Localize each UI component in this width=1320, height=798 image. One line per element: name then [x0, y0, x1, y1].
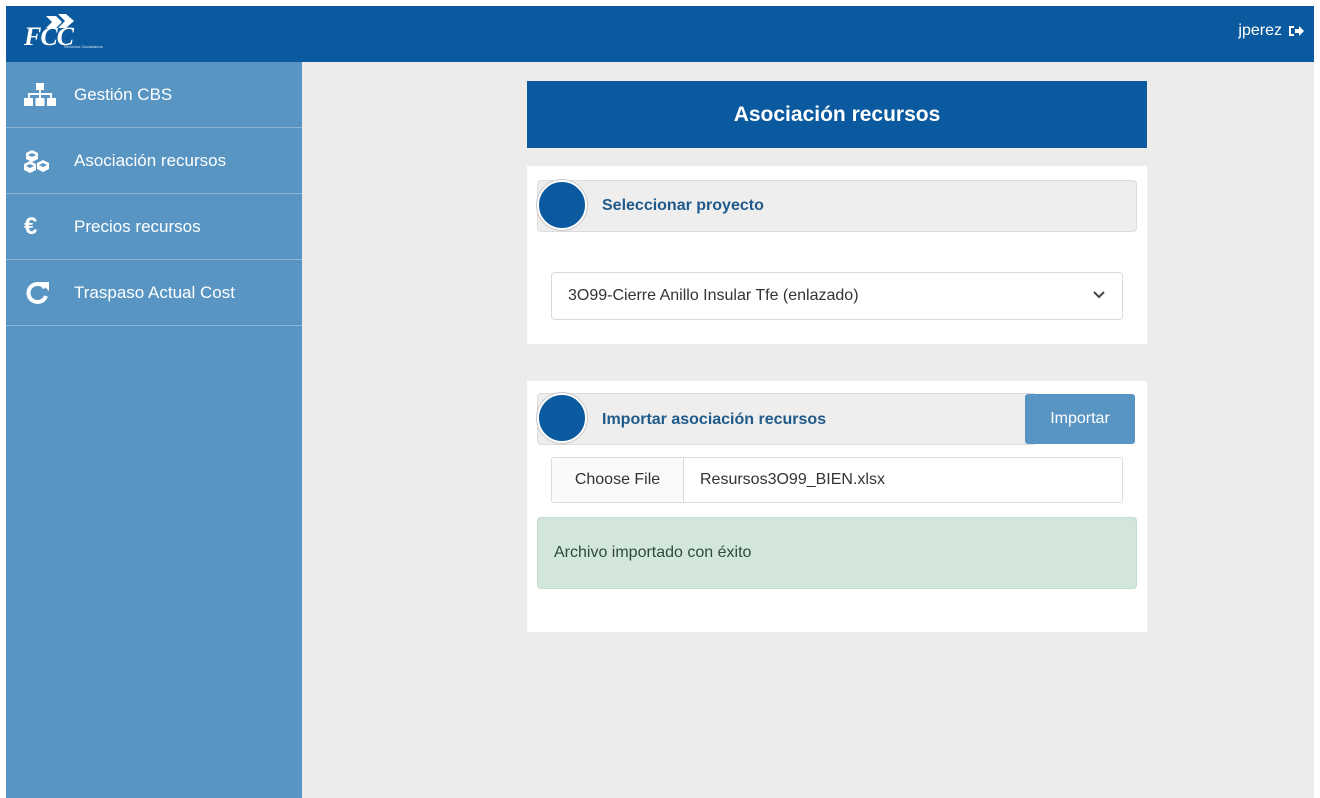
step-circle-icon [537, 180, 587, 230]
chevron-down-icon [1093, 291, 1105, 299]
sidebar-item-gestion-cbs[interactable]: Gestión CBS [6, 62, 302, 128]
success-message: Archivo importado con éxito [554, 544, 752, 561]
file-input[interactable]: Choose File Resursos3O99_BIEN.xlsx [551, 457, 1123, 503]
refresh-icon [24, 280, 60, 306]
select-project-label: Seleccionar proyecto [602, 197, 764, 214]
sidebar-item-label: Gestión CBS [74, 84, 173, 104]
page-title: Asociación recursos [527, 81, 1147, 148]
sidebar-item-label: Traspaso Actual Cost [74, 282, 235, 302]
select-project-header: Seleccionar proyecto [537, 180, 1137, 232]
sidebar-item-traspaso-actual-cost[interactable]: Traspaso Actual Cost [6, 260, 302, 326]
select-project-card: Seleccionar proyecto 3O99-Cierre Anillo … [527, 166, 1147, 344]
fcc-logo[interactable]: FCC Servicios Ciudadanos [24, 14, 144, 58]
step-circle-icon [537, 393, 587, 443]
euro-icon: € [24, 212, 38, 240]
username: jperez [1238, 22, 1282, 39]
user-logout-link[interactable]: jperez [1238, 22, 1304, 40]
sidebar-item-label: Precios recursos [74, 216, 201, 236]
choose-file-button[interactable]: Choose File [552, 458, 684, 502]
import-card: Importar asociación recursos Importar Ch… [527, 381, 1147, 632]
sidebar: Gestión CBS Asociación recursos € Precio… [6, 62, 302, 798]
import-label: Importar asociación recursos [602, 411, 827, 428]
success-alert: Archivo importado con éxito [537, 517, 1137, 589]
sidebar-item-precios-recursos[interactable]: € Precios recursos [6, 194, 302, 260]
selected-file-name: Resursos3O99_BIEN.xlsx [700, 471, 885, 488]
import-button[interactable]: Importar [1025, 394, 1135, 444]
sign-out-icon [1289, 26, 1304, 36]
project-select[interactable]: 3O99-Cierre Anillo Insular Tfe (enlazado… [551, 272, 1123, 320]
logo-subtitle: Servicios Ciudadanos [64, 44, 103, 49]
sidebar-item-asociacion-recursos[interactable]: Asociación recursos [6, 128, 302, 194]
top-navbar: FCC Servicios Ciudadanos jperez [6, 6, 1314, 62]
import-header: Importar asociación recursos [537, 393, 1037, 445]
cubes-icon [24, 148, 60, 174]
sitemap-icon [24, 82, 60, 108]
app-frame: FCC Servicios Ciudadanos jperez Gestión … [6, 6, 1314, 798]
sidebar-item-label: Asociación recursos [74, 150, 227, 170]
project-select-value: 3O99-Cierre Anillo Insular Tfe (enlazado… [568, 287, 859, 304]
